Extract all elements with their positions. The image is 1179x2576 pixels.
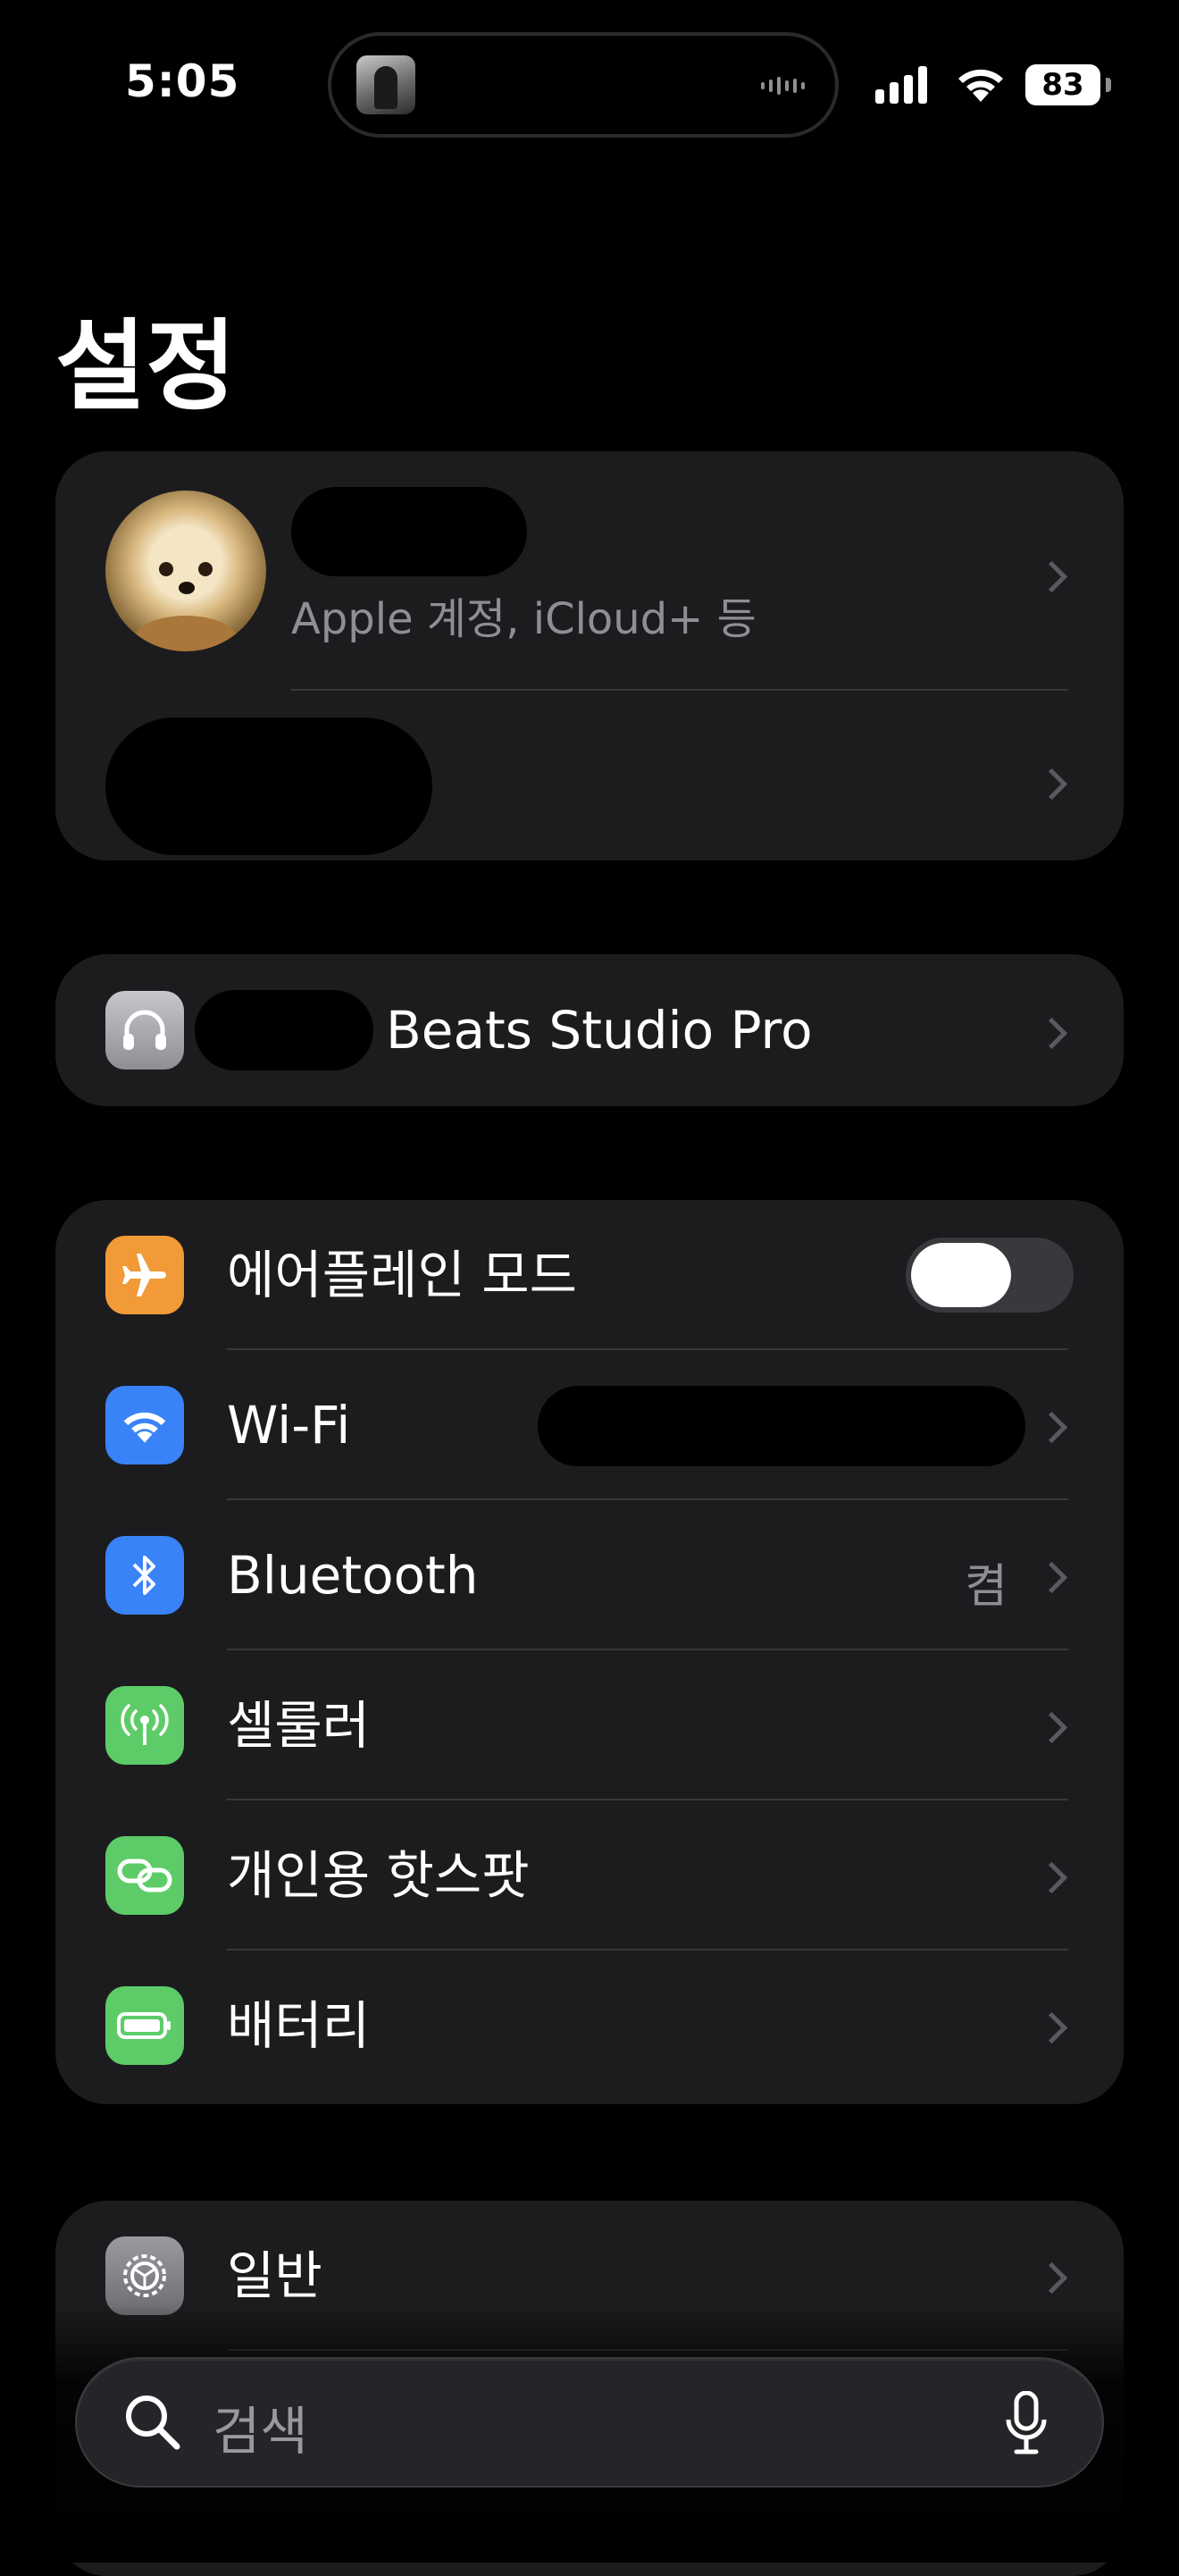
search-icon (121, 2391, 184, 2457)
bluetooth-label: Bluetooth (227, 1545, 479, 1606)
chevron-right-icon (1035, 2011, 1068, 2044)
chevron-right-icon (1035, 1017, 1068, 1050)
battery-level: 83 (1025, 64, 1100, 105)
device-name: Beats Studio Pro (386, 1000, 813, 1061)
account-subtitle: Apple 계정, iCloud+ 등 (291, 594, 757, 644)
wifi-status-icon (954, 63, 1008, 107)
cellular-label: 셀룰러 (227, 1695, 371, 1756)
cellular-row[interactable]: 셀룰러 (55, 1650, 1124, 1800)
avatar[interactable] (105, 491, 266, 651)
chevron-right-icon (1035, 1861, 1068, 1894)
redacted-network-name (538, 1386, 1025, 1466)
wifi-row[interactable]: Wi-Fi (55, 1350, 1124, 1500)
cellular-icon (105, 1686, 184, 1765)
now-playing-artwork[interactable] (356, 55, 415, 114)
hotspot-icon (105, 1836, 184, 1915)
chevron-right-icon (1035, 1411, 1068, 1444)
battery-row[interactable]: 배터리 (55, 1951, 1124, 2101)
search-placeholder: 검색 (213, 2401, 308, 2462)
battery-status: 83 (1025, 64, 1111, 105)
wifi-icon (105, 1386, 184, 1464)
redacted-account-item (105, 717, 432, 855)
dynamic-island[interactable] (328, 32, 839, 138)
account-secondary-row[interactable] (55, 691, 1124, 860)
account-row[interactable]: Apple 계정, iCloud+ 등 (55, 451, 1124, 653)
status-time: 5:05 (125, 55, 240, 107)
general-label: 일반 (227, 2245, 322, 2306)
gear-icon (105, 2236, 184, 2315)
airplane-icon (105, 1236, 184, 1314)
battery-label: 배터리 (227, 1995, 371, 2056)
chevron-right-icon (1035, 1711, 1068, 1744)
audio-waveform-icon (761, 77, 805, 95)
bluetooth-status: 켬 (965, 1560, 1008, 1614)
airplane-mode-toggle[interactable] (906, 1238, 1074, 1313)
battery-icon (105, 1986, 184, 2065)
headphones-icon (105, 991, 184, 1070)
airplane-mode-label: 에어플레인 모드 (227, 1245, 577, 1305)
page-title: 설정 (55, 309, 237, 424)
wifi-label: Wi-Fi (227, 1395, 351, 1456)
bluetooth-row[interactable]: Bluetooth 켬 (55, 1500, 1124, 1650)
connectivity-group: 에어플레인 모드 Wi-Fi Bluetooth 켬 셀룰러 개인용 핫스팟 배… (55, 1200, 1124, 2104)
account-group: Apple 계정, iCloud+ 등 (55, 451, 1124, 860)
cellular-signal-icon (875, 66, 927, 104)
search-field[interactable]: 검색 (75, 2357, 1104, 2488)
personal-hotspot-row[interactable]: 개인용 핫스팟 (55, 1800, 1124, 1951)
bluetooth-icon (105, 1536, 184, 1615)
redacted-device-owner (195, 990, 373, 1070)
personal-hotspot-label: 개인용 핫스팟 (227, 1845, 530, 1906)
chevron-right-icon (1035, 768, 1068, 801)
chevron-right-icon (1035, 2261, 1068, 2295)
microphone-icon[interactable] (1004, 2390, 1049, 2461)
airplane-mode-row[interactable]: 에어플레인 모드 (55, 1200, 1124, 1350)
redacted-name (291, 487, 527, 576)
chevron-right-icon (1035, 560, 1068, 593)
device-row[interactable]: Beats Studio Pro (55, 954, 1124, 1106)
chevron-right-icon (1035, 1561, 1068, 1594)
device-group: Beats Studio Pro (55, 954, 1124, 1106)
